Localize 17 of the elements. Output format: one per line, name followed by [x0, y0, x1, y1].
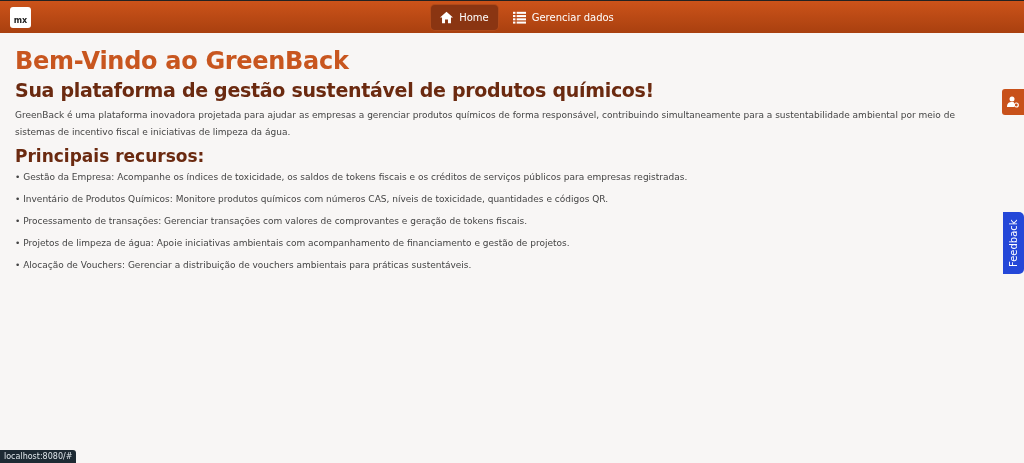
- home-icon: [440, 10, 454, 24]
- page-title: Bem-Vindo ao GreenBack: [15, 47, 350, 75]
- list-icon: [512, 10, 526, 24]
- feature-item: • Alocação de Vouchers: Gerenciar a distribuição de vouchers ambientais para práticas sustentáveis.: [15, 259, 473, 271]
- page-subtitle: Sua plataforma de gestão sustentável de produtos químicos!: [15, 79, 655, 101]
- feature-item: • Inventário de Produtos Químicos: Monitore produtos químicos com números CAS, níveis de toxicidade, quantidades e códigos QR.: [15, 193, 610, 205]
- app-logo[interactable]: mx: [10, 7, 31, 28]
- user-settings-icon[interactable]: [1002, 89, 1024, 115]
- feature-item: • Processamento de transações: Gerenciar transações com valores de comprovantes e geração de tokens fiscais.: [15, 215, 529, 227]
- feature-item: • Projetos de limpeza de água: Apoie iniciativas ambientais com acompanhamento de financiamento e gestão de projetos.: [15, 237, 571, 249]
- nav-tab[interactable]: Gerenciar dados: [503, 4, 623, 30]
- feature-item: • Gestão da Empresa: Acompanhe os índices de toxicidade, os saldos de tokens fiscais e os créditos de serviços públicos para empresas registradas.: [15, 171, 689, 183]
- section-heading: Principais recursos:: [15, 146, 206, 166]
- status-bar-url: localhost:8080/#: [0, 450, 77, 463]
- intro-paragraph: GreenBack é uma plataforma inovadora projetada para ajudar as empresas a gerenciar produtos químicos de forma responsável, contribuindo simultaneamente para a sustentabilidade ambiental por meio de sistemas de incentivo fiscal e iniciativas de limpeza da água.: [15, 109, 956, 139]
- nav-tab[interactable]: Home: [431, 4, 498, 30]
- feedback-tab[interactable]: Feedback: [1003, 212, 1024, 274]
